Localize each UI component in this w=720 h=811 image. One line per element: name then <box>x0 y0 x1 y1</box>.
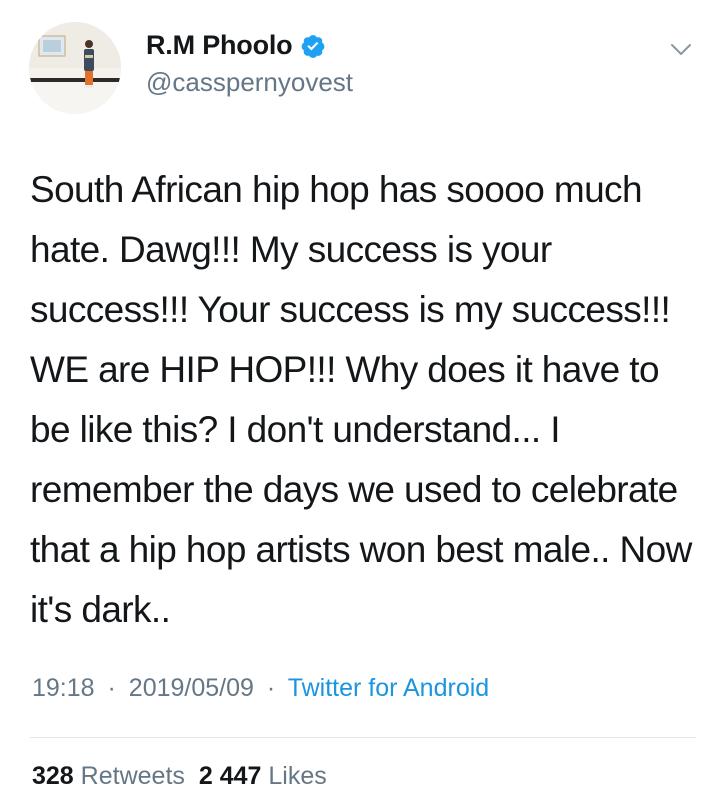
author-name-row[interactable]: R.M Phoolo <box>146 30 326 61</box>
retweets-count: 328 <box>32 762 74 790</box>
likes-label: Likes <box>268 762 327 790</box>
divider <box>30 737 696 738</box>
author-handle[interactable]: @casspernyovest <box>146 67 353 98</box>
likes-stat[interactable]: 2 447 Likes <box>199 762 327 790</box>
tweet-date[interactable]: 2019/05/09 <box>129 674 254 702</box>
avatar[interactable] <box>29 22 121 114</box>
verified-badge-icon <box>300 33 326 59</box>
author-display-name[interactable]: R.M Phoolo <box>146 30 293 61</box>
chevron-down-icon[interactable] <box>668 36 694 62</box>
meta-separator: · <box>107 674 116 702</box>
tweet-card: R.M Phoolo @casspernyovest South African… <box>0 0 720 811</box>
tweet-source-link[interactable]: Twitter for Android <box>288 674 489 702</box>
retweets-label: Retweets <box>80 762 185 790</box>
retweets-stat[interactable]: 328 Retweets <box>32 762 185 790</box>
likes-count: 2 447 <box>198 762 262 790</box>
tweet-text: South African hip hop has soooo much hat… <box>30 169 692 630</box>
tweet-stats: 328 Retweets 2 447 Likes <box>32 762 327 791</box>
avatar-photo <box>29 22 121 114</box>
tweet-metadata: 19:18 · 2019/05/09 · Twitter for Android <box>32 674 489 703</box>
meta-separator: · <box>266 674 276 702</box>
tweet-time[interactable]: 19:18 <box>32 674 95 702</box>
